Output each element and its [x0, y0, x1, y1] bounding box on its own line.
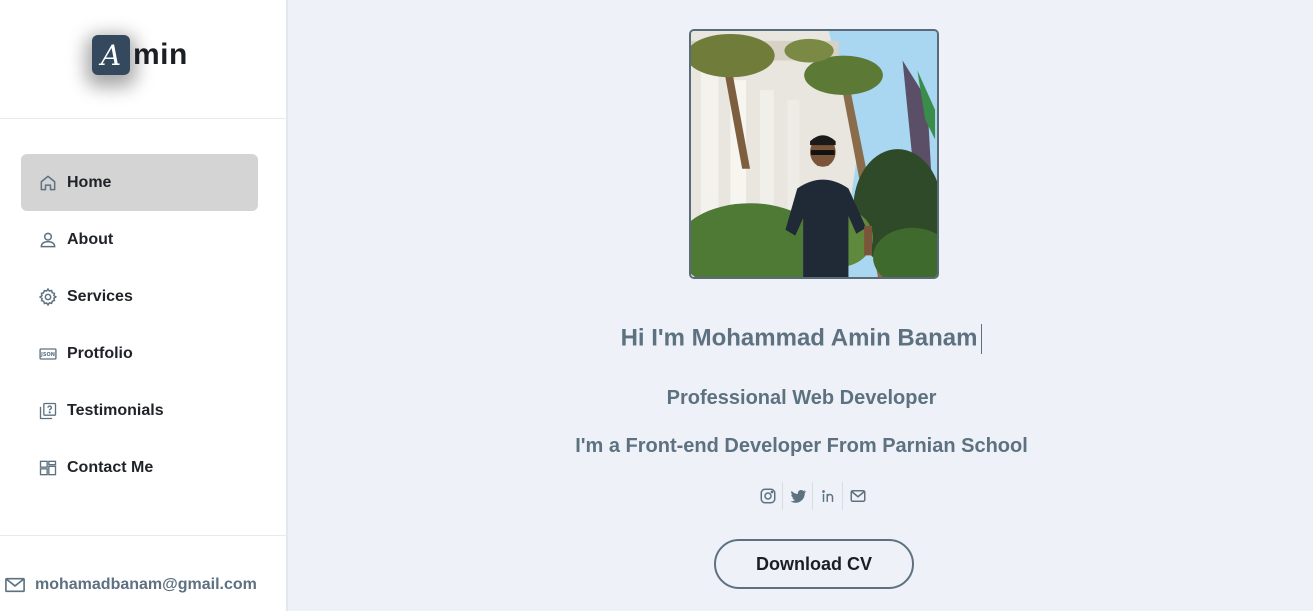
- logo[interactable]: A min: [92, 35, 188, 75]
- instagram-link[interactable]: [753, 482, 783, 510]
- intro-text: I'm a Front-end Developer From Parnian S…: [575, 435, 1028, 457]
- sidebar-item-home[interactable]: Home: [21, 154, 258, 211]
- twitter-icon: [789, 487, 807, 505]
- sidebar-item-label: About: [67, 230, 114, 248]
- json-file-icon: JSON: [38, 344, 58, 364]
- email-link[interactable]: mohamadbanam@gmail.com: [35, 576, 257, 594]
- email-social-link[interactable]: [843, 482, 873, 510]
- sidebar-divider: [0, 535, 288, 536]
- sidebar-item-services[interactable]: Services: [21, 268, 258, 325]
- social-links: [753, 482, 873, 510]
- sidebar-item-label: Testimonials: [67, 401, 164, 419]
- sidebar-item-about[interactable]: About: [21, 211, 258, 268]
- role-text: Professional Web Developer: [666, 387, 937, 409]
- user-icon: [38, 230, 58, 250]
- greeting-text: Hi I'm Mohammad Amin Banam: [620, 324, 978, 352]
- mail-icon: [4, 575, 26, 595]
- linkedin-link[interactable]: [813, 482, 843, 510]
- sidebar-item-contact[interactable]: Contact Me: [21, 439, 258, 496]
- twitter-link[interactable]: [783, 482, 813, 510]
- sidebar-email[interactable]: mohamadbanam@gmail.com: [4, 575, 257, 595]
- sidebar: A min Home About Services JSON Protfolio…: [0, 0, 288, 611]
- download-cv-button[interactable]: Download CV: [714, 539, 914, 589]
- svg-text:JSON: JSON: [40, 352, 55, 358]
- sidebar-item-portfolio[interactable]: JSON Protfolio: [21, 325, 258, 382]
- question-box-icon: [38, 401, 58, 421]
- profile-photo: [689, 29, 939, 279]
- logo-badge: A: [92, 35, 130, 75]
- mail-icon: [849, 487, 867, 505]
- instagram-icon: [759, 487, 777, 505]
- sidebar-nav: Home About Services JSON Protfolio Testi…: [21, 154, 258, 496]
- typing-caret: [981, 324, 983, 354]
- sidebar-item-label: Contact Me: [67, 458, 154, 476]
- sidebar-item-label: Protfolio: [67, 344, 133, 362]
- dashboard-icon: [38, 458, 58, 478]
- main-content: Hi I'm Mohammad Amin Banam Professional …: [290, 0, 1313, 611]
- sidebar-item-label: Home: [67, 173, 112, 191]
- sidebar-item-label: Services: [67, 287, 133, 305]
- logo-text: min: [133, 38, 188, 71]
- sidebar-divider: [0, 118, 288, 119]
- linkedin-icon: [819, 487, 837, 505]
- gear-icon: [38, 287, 58, 307]
- greeting-heading: Hi I'm Mohammad Amin Banam: [290, 324, 1313, 354]
- home-icon: [38, 173, 58, 193]
- sidebar-item-testimonials[interactable]: Testimonials: [21, 382, 258, 439]
